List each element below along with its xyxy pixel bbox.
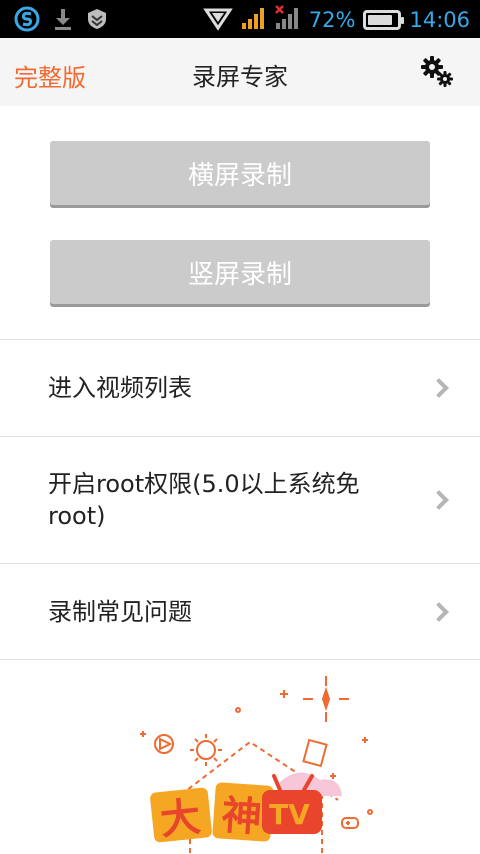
dashen-tv-illustration: 大 神 TV — [130, 672, 390, 854]
battery-icon — [363, 10, 405, 30]
chevron-right-icon — [429, 601, 449, 622]
chevron-right-icon — [429, 490, 449, 510]
menu-item-label: 录制常见问题 — [48, 597, 192, 626]
svg-text:大: 大 — [158, 794, 203, 844]
download-icon — [52, 7, 74, 35]
signal-bars-off-icon — [274, 5, 301, 35]
menu-item-video-list[interactable]: 进入视频列表 — [0, 339, 480, 436]
clock: 14:06 — [409, 8, 470, 32]
signal-bars-icon — [241, 5, 267, 35]
svg-text:神: 神 — [220, 793, 263, 842]
menu-item-label: 开启root权限(5.0以上系统免root) — [48, 470, 360, 530]
portrait-record-button[interactable]: 竖屏录制 — [50, 240, 430, 304]
sogou-input-icon — [14, 6, 40, 36]
chevron-right-icon — [429, 378, 449, 398]
gears-icon[interactable] — [418, 54, 458, 90]
status-right-icons: 72% 14:06 — [202, 4, 470, 36]
battery-percent: 72% — [308, 8, 356, 32]
menu-item-label: 进入视频列表 — [48, 374, 192, 402]
menu-item-enable-root[interactable]: 开启root权限(5.0以上系统免root) — [0, 436, 480, 563]
app-header: 完整版 录屏专家 — [0, 38, 480, 106]
triangle-signal-icon — [202, 4, 233, 36]
battery-level-fill — [368, 15, 393, 25]
menu-item-faq[interactable]: 录制常见问题 — [0, 563, 480, 660]
menu-list: 进入视频列表 开启root权限(5.0以上系统免root) 录制常见问题 — [0, 339, 480, 660]
page-title: 录屏专家 — [192, 63, 288, 91]
status-left-icons — [14, 6, 108, 36]
shield-icon — [86, 7, 108, 35]
landscape-record-button[interactable]: 横屏录制 — [50, 141, 430, 205]
svg-text:TV: TV — [269, 798, 310, 831]
status-bar: 72% 14:06 — [0, 0, 480, 38]
